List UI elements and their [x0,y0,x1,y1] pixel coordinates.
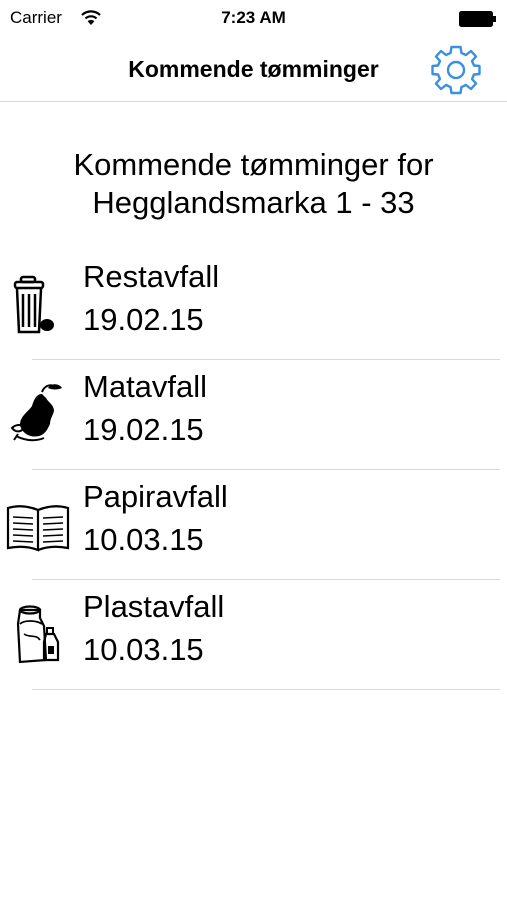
list-item-papiravfall[interactable]: Papiravfall 10.03.15 [0,470,507,580]
trash-can-icon [13,275,54,334]
item-name: Plastavfall [83,589,225,624]
page-heading: Kommende tømminger for Hegglandsmarka 1 … [0,146,507,222]
list-item-restavfall[interactable]: Restavfall 19.02.15 [0,250,507,360]
settings-button[interactable] [428,42,484,98]
item-date: 19.02.15 [83,412,204,447]
heading-line-1: Kommende tømminger for [73,147,434,182]
apple-core-icon [10,384,62,442]
item-name: Matavfall [83,369,208,404]
plastic-bottle-icon [16,605,60,664]
newspaper-icon [6,505,70,552]
item-date: 19.02.15 [83,302,204,337]
row-divider [32,689,500,690]
item-date: 10.03.15 [83,632,204,667]
item-name: Restavfall [83,259,220,294]
item-name: Papiravfall [83,479,228,514]
gear-icon [431,45,481,95]
battery-icon [459,11,496,27]
status-bar: Carrier 7:23 AM [0,0,507,36]
item-date: 10.03.15 [83,522,204,557]
collection-list: Restavfall 19.02.15 Matavfall 19.02.15 P… [0,250,507,690]
status-time: 7:23 AM [221,8,286,27]
list-item-matavfall[interactable]: Matavfall 19.02.15 [0,360,507,470]
list-item-plastavfall[interactable]: Plastavfall 10.03.15 [0,580,507,690]
navigation-bar: Kommende tømminger [0,36,507,102]
heading-line-2: Hegglandsmarka 1 - 33 [92,185,415,220]
